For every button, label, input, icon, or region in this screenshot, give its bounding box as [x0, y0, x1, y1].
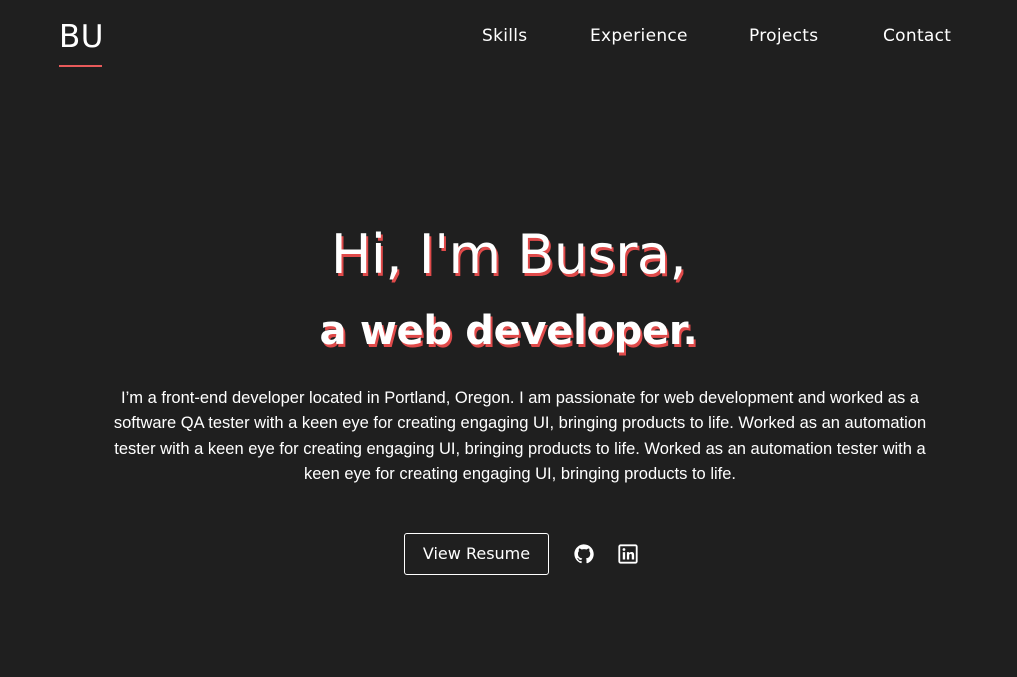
hero-greeting: Hi, I'm Busra, [330, 223, 687, 286]
nav-projects[interactable]: Projects [749, 24, 818, 48]
logo-underline [59, 65, 102, 67]
view-resume-button[interactable]: View Resume [404, 533, 549, 575]
linkedin-icon[interactable] [617, 543, 639, 565]
nav-experience[interactable]: Experience [590, 24, 688, 48]
hero-role: a web developer. [319, 308, 698, 354]
nav-skills[interactable]: Skills [482, 24, 527, 48]
nav-contact[interactable]: Contact [883, 24, 951, 48]
main-nav: Skills Experience Projects Contact [0, 24, 1017, 48]
page: BU Skills Experience Projects Contact Hi… [0, 0, 1017, 677]
github-icon[interactable] [573, 543, 595, 565]
hero-intro: I’m a front-end developer located in Por… [113, 389, 927, 483]
